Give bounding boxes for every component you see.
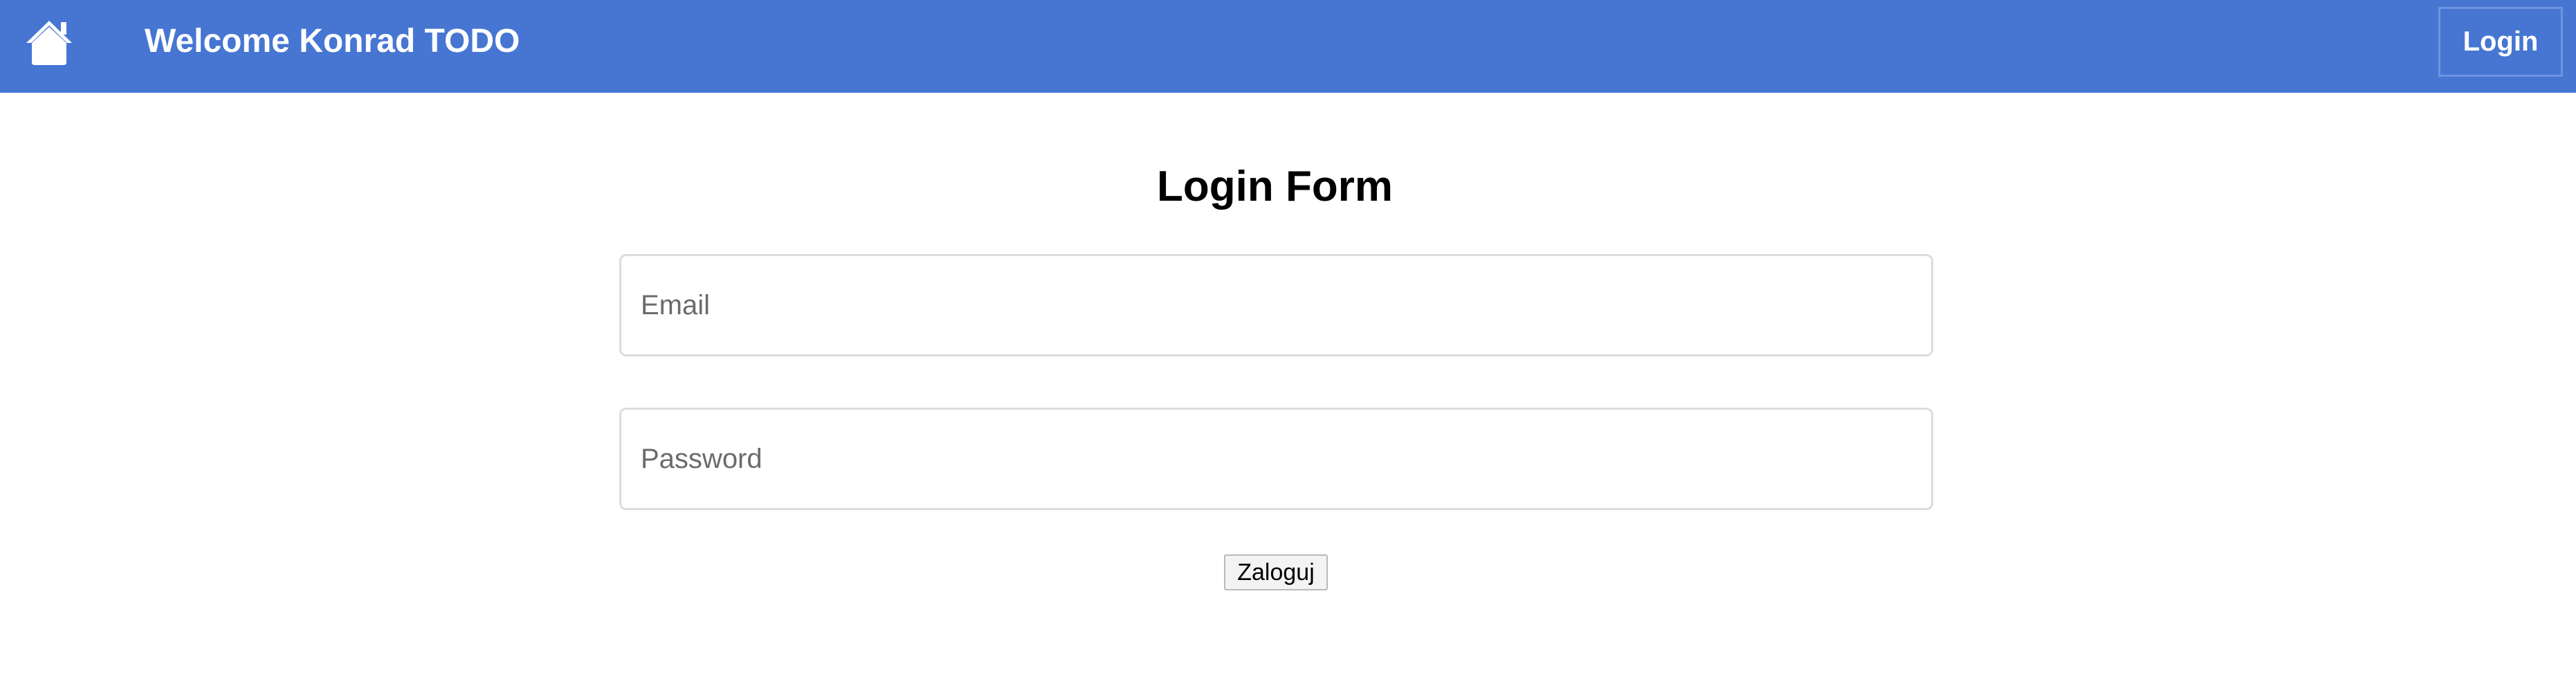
login-submit-button[interactable]: Zaloguj <box>1224 554 1328 590</box>
email-input[interactable] <box>619 254 1933 356</box>
home-link[interactable] <box>24 17 75 66</box>
top-navbar: Welcome Konrad TODO Login <box>0 0 2576 93</box>
home-icon <box>26 21 72 65</box>
brand-title[interactable]: Welcome Konrad TODO <box>145 17 520 66</box>
page-title: Login Form <box>1157 163 1393 210</box>
nav-login-link[interactable]: Login <box>2438 7 2563 77</box>
password-input[interactable] <box>619 408 1933 510</box>
